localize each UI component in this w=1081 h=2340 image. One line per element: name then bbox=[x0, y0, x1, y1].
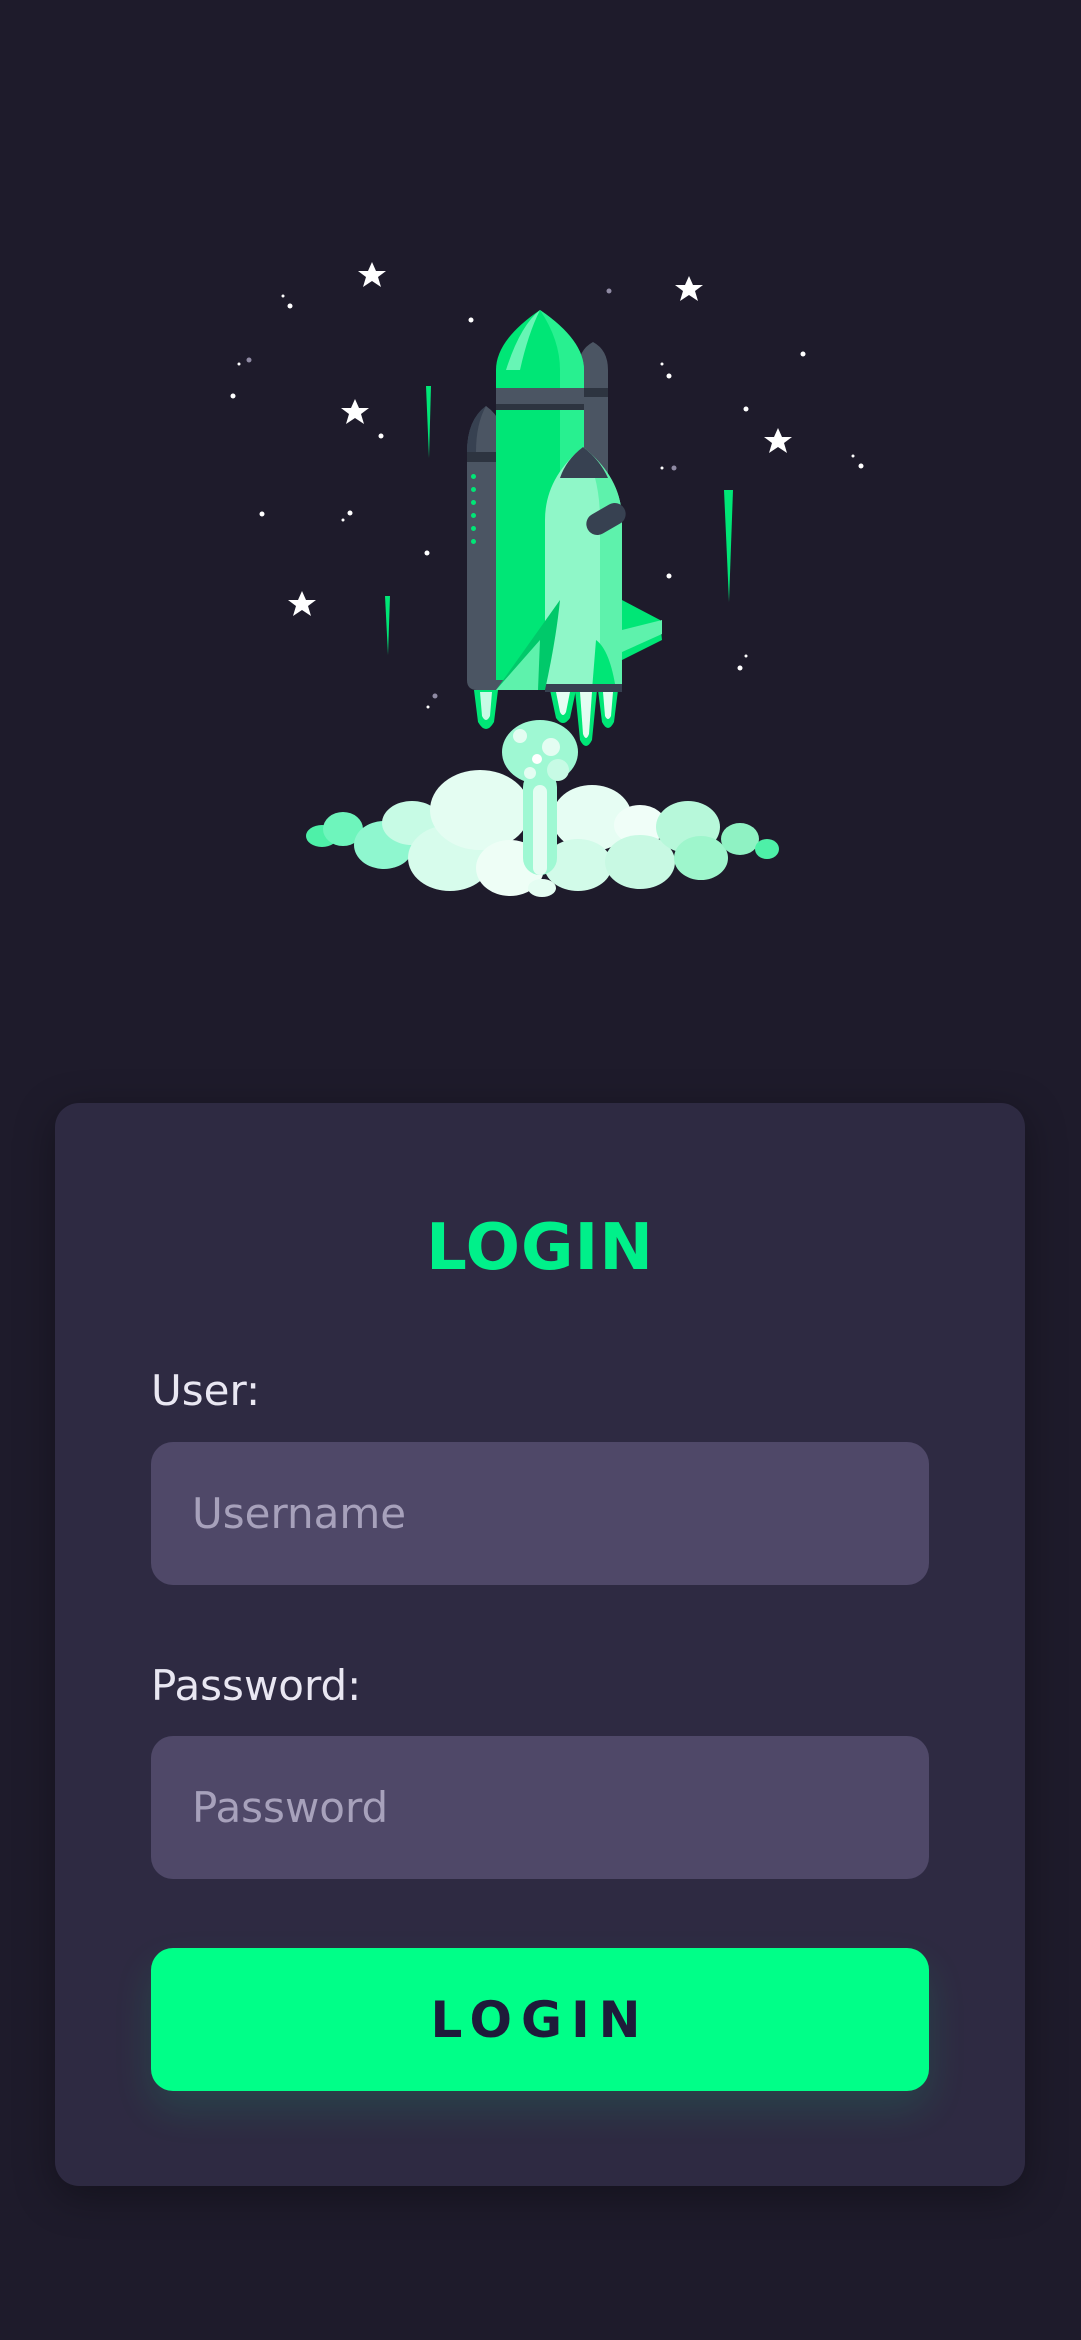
login-title: LOGIN bbox=[426, 1211, 654, 1285]
rocket-icon bbox=[467, 310, 662, 746]
user-label: User: bbox=[151, 1366, 261, 1415]
login-card: LOGIN User: Password: LOGIN bbox=[55, 1103, 1025, 2186]
password-label: Password: bbox=[151, 1661, 362, 1710]
rocket-launch-illustration bbox=[230, 262, 864, 897]
username-input[interactable] bbox=[151, 1442, 929, 1585]
password-input[interactable] bbox=[151, 1736, 929, 1879]
login-screen: LOGIN User: Password: LOGIN bbox=[0, 0, 1081, 2340]
login-button[interactable]: LOGIN bbox=[151, 1948, 929, 2091]
